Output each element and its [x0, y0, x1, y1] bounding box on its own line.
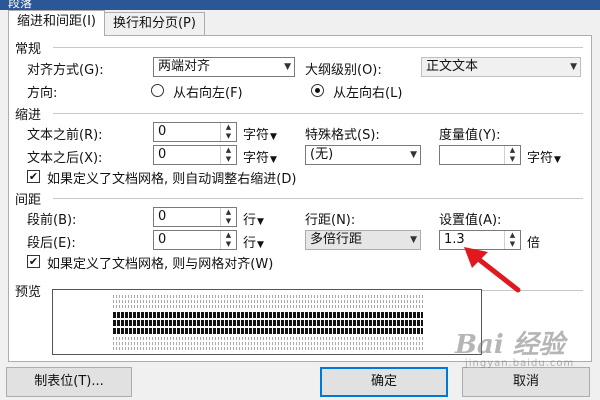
spacing-grid-checkbox-label[interactable]: 如果定义了文档网格, 则与网格对齐(W): [47, 253, 273, 272]
spacing-after-value: 0: [158, 232, 167, 247]
title-bar: 段落: [0, 0, 600, 10]
line-spacing-label: 行距(N):: [305, 213, 356, 228]
outline-level-label: 大纲级别(O):: [305, 63, 382, 78]
section-divider: [53, 47, 583, 48]
spacing-before-unit[interactable]: 行▼: [243, 209, 264, 228]
section-indent-label: 缩进: [15, 108, 42, 123]
alignment-value: 两端对齐: [158, 59, 211, 74]
alignment-label: 对齐方式(G):: [27, 63, 104, 78]
chevron-down-icon: ▼: [570, 62, 577, 72]
special-format-label: 特殊格式(S):: [305, 128, 380, 143]
preview-line: [113, 328, 423, 334]
radio-ltr-label[interactable]: 从左向右(L): [333, 82, 402, 101]
spinner-arrows-icon[interactable]: ▲ ▼: [220, 231, 236, 249]
special-format-select[interactable]: (无) ▼: [305, 145, 421, 165]
spacing-after-input[interactable]: 0 ▲ ▼: [153, 230, 237, 250]
section-divider: [53, 198, 583, 199]
radio-rtl-label[interactable]: 从右向左(F): [173, 82, 243, 101]
indent-grid-checkbox[interactable]: ✔: [27, 170, 40, 183]
annotation-arrow-icon: [464, 247, 521, 293]
watermark-url: jingyan.baidu.com: [465, 358, 575, 369]
preview-line: [113, 312, 423, 318]
indent-before-unit[interactable]: 字符▼: [243, 124, 277, 143]
setting-value-label: 设置值(A):: [439, 213, 502, 228]
radio-rtl[interactable]: [151, 84, 164, 97]
indent-after-unit[interactable]: 字符▼: [243, 147, 277, 166]
tabs-button[interactable]: 制表位(T)...: [6, 367, 132, 397]
watermark: Bai 经验 jingyan.baidu.com: [455, 310, 595, 380]
measure-label: 度量值(Y):: [439, 128, 501, 143]
line-spacing-value: 多倍行距: [310, 232, 363, 247]
outline-level-value: 正文文本: [426, 59, 479, 74]
preview-line: [113, 295, 423, 298]
spinner-arrows-icon[interactable]: ▲ ▼: [220, 146, 236, 164]
chevron-down-icon: ▼: [284, 62, 291, 72]
section-preview-label: 预览: [15, 285, 42, 300]
chevron-down-icon: ▼: [410, 150, 417, 160]
preview-line: [113, 300, 423, 303]
spacing-before-value: 0: [158, 209, 167, 224]
tab-indent-spacing[interactable]: 缩进和间距(I): [8, 10, 105, 36]
preview-line: [113, 320, 423, 326]
indent-after-value: 0: [158, 147, 167, 162]
spacing-after-unit[interactable]: 行▼: [243, 232, 264, 251]
setting-value-unit: 倍: [527, 236, 541, 251]
indent-before-label: 文本之前(R):: [27, 128, 103, 143]
spinner-arrows-icon[interactable]: ▲ ▼: [504, 146, 520, 164]
radio-ltr[interactable]: [311, 84, 324, 97]
indent-before-input[interactable]: 0 ▲ ▼: [153, 122, 237, 142]
spinner-arrows-icon[interactable]: ▲ ▼: [220, 123, 236, 141]
chevron-down-icon: ▼: [410, 235, 417, 245]
indent-grid-checkbox-label[interactable]: 如果定义了文档网格, 则自动调整右缩进(D): [47, 168, 296, 187]
section-spacing-label: 间距: [15, 193, 42, 208]
alignment-select[interactable]: 两端对齐 ▼: [153, 57, 295, 77]
special-format-value: (无): [310, 147, 334, 162]
tab-strip: 缩进和间距(I) 换行和分页(P): [8, 10, 205, 36]
section-general-label: 常规: [15, 42, 42, 57]
watermark-logo: Bai 经验: [455, 330, 565, 360]
preview-line: [113, 342, 423, 345]
section-divider: [53, 113, 583, 114]
preview-line: [113, 347, 423, 350]
measure-unit[interactable]: 字符▼: [527, 147, 561, 166]
spacing-before-label: 段前(B):: [27, 213, 77, 228]
spacing-grid-checkbox[interactable]: ✔: [27, 255, 40, 268]
tab-line-page-breaks[interactable]: 换行和分页(P): [103, 12, 205, 36]
indent-after-label: 文本之后(X):: [27, 151, 103, 166]
indent-after-input[interactable]: 0 ▲ ▼: [153, 145, 237, 165]
outline-level-select[interactable]: 正文文本 ▼: [421, 57, 581, 77]
window-title: 段落: [8, 0, 33, 10]
spacing-before-input[interactable]: 0 ▲ ▼: [153, 207, 237, 227]
spacing-after-label: 段后(E):: [27, 236, 76, 251]
spinner-arrows-icon[interactable]: ▲ ▼: [220, 208, 236, 226]
direction-label: 方向:: [27, 86, 58, 101]
indent-before-value: 0: [158, 124, 167, 139]
line-spacing-select[interactable]: 多倍行距 ▼: [305, 230, 421, 250]
preview-box: [52, 289, 482, 355]
ok-button[interactable]: 确定: [320, 367, 448, 397]
preview-line: [113, 337, 423, 340]
measure-input[interactable]: ▲ ▼: [439, 145, 521, 165]
preview-line: [113, 305, 423, 308]
